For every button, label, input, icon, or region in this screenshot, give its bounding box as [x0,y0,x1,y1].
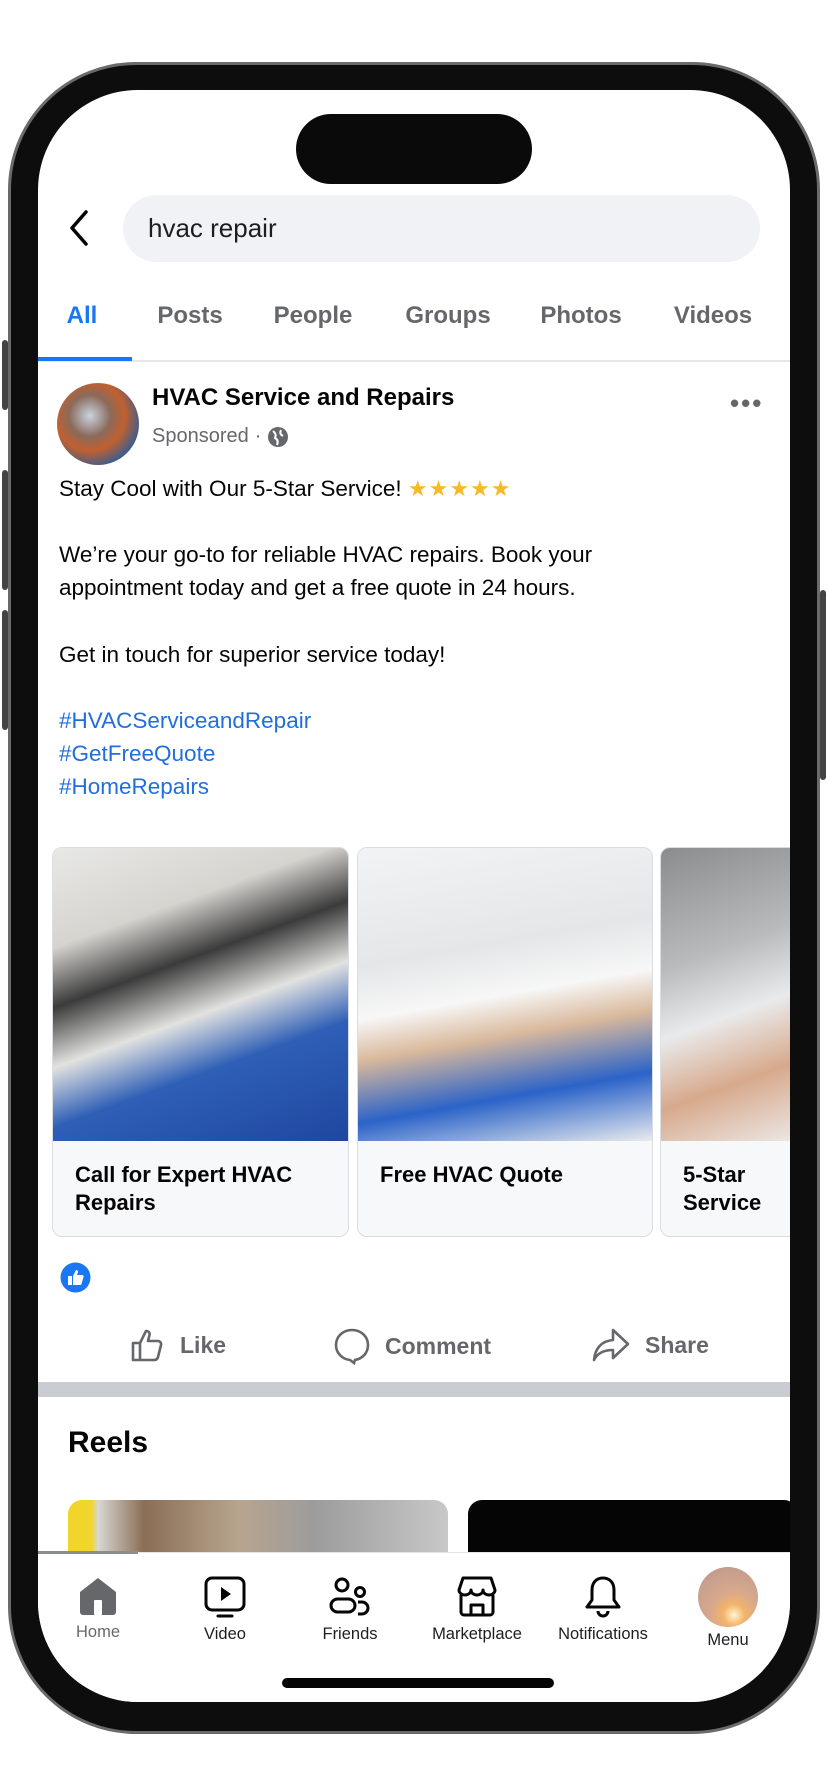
like-reaction-icon[interactable] [60,1262,91,1293]
section-separator [38,1382,790,1397]
video-icon [204,1576,246,1618]
nav-friends-label: Friends [322,1625,378,1643]
hashtag-link[interactable]: #GetFreeQuote [59,737,215,770]
sponsored-label: Sponsored [152,425,249,447]
nav-home[interactable]: Home [38,1575,158,1642]
scroll-indicator [38,1551,138,1554]
tab-all[interactable]: All [67,302,98,330]
thumbs-up-icon [131,1329,163,1362]
friends-icon [329,1577,370,1616]
phone-side-button [2,610,8,730]
phone-side-button [2,470,8,590]
nav-marketplace[interactable]: Marketplace [417,1575,537,1644]
carousel-image [53,848,348,1141]
comment-button[interactable]: Comment [333,1327,491,1365]
comment-label: Comment [385,1332,492,1359]
search-input[interactable]: hvac repair [123,195,760,262]
tab-posts[interactable]: Posts [157,302,222,330]
page-name[interactable]: HVAC Service and Repairs [152,384,454,412]
tab-people[interactable]: People [274,302,353,330]
nav-friends[interactable]: Friends [290,1575,410,1644]
active-tab-indicator [38,357,132,361]
carousel-card[interactable]: Free HVAC Quote [357,847,653,1237]
carousel-card[interactable]: 5-Star Service [660,847,790,1237]
card-title: 5-Star Service [683,1162,762,1215]
headline-text: Stay Cool with Our 5-Star Service! [59,476,402,501]
like-label: Like [180,1331,227,1358]
carousel-image [661,848,790,1141]
globe-icon [268,426,289,447]
tabs-divider [38,360,790,362]
profile-avatar [698,1567,758,1627]
nav-menu[interactable]: Menu [668,1567,788,1650]
hashtag-link[interactable]: #HVACServiceandRepair [59,704,311,737]
sponsored-row: Sponsored · [152,425,289,448]
back-chevron-icon[interactable] [66,208,94,248]
tab-photos[interactable]: Photos [540,302,621,330]
nav-menu-label: Menu [707,1631,749,1649]
share-arrow-icon [592,1328,630,1362]
separator-dot: · [254,425,262,447]
tab-videos[interactable]: Videos [674,302,752,330]
more-options-icon[interactable]: ••• [730,388,763,419]
nav-video-label: Video [204,1625,246,1643]
nav-home-label: Home [75,1623,120,1641]
reels-heading: Reels [68,1426,149,1459]
home-indicator [282,1678,554,1688]
star-rating: ★★★★★ [407,476,512,501]
comment-bubble-icon [334,1328,370,1365]
hashtag-link[interactable]: #HomeRepairs [59,770,209,803]
tab-groups[interactable]: Groups [405,302,490,330]
nav-notifications-label: Notifications [558,1625,648,1643]
search-query: hvac repair [148,213,277,243]
post-headline: Stay Cool with Our 5-Star Service! ★★★★★ [59,472,512,505]
card-title: Call for Expert HVAC Repairs [75,1162,293,1215]
post-cta-line: Get in touch for superior service today! [59,642,446,667]
bell-icon [585,1576,621,1618]
nav-video[interactable]: Video [165,1575,285,1644]
post-paragraph: We’re your go-to for reliable HVAC repai… [59,542,593,600]
home-icon [80,1578,116,1615]
phone-side-button [2,340,8,410]
nav-marketplace-label: Marketplace [432,1625,522,1643]
dynamic-island [296,114,532,184]
nav-notifications[interactable]: Notifications [543,1575,663,1644]
phone-side-button [820,590,826,780]
marketplace-icon [457,1576,497,1617]
share-label: Share [645,1331,709,1358]
carousel-card[interactable]: Call for Expert HVAC Repairs [52,847,349,1237]
like-button[interactable]: Like [130,1327,226,1363]
page-avatar[interactable] [57,383,139,465]
carousel-image [358,848,652,1141]
card-title: Free HVAC Quote [380,1162,563,1187]
app-screen: hvac repair All Posts People Groups Phot… [38,90,790,1702]
share-button[interactable]: Share [591,1327,709,1363]
